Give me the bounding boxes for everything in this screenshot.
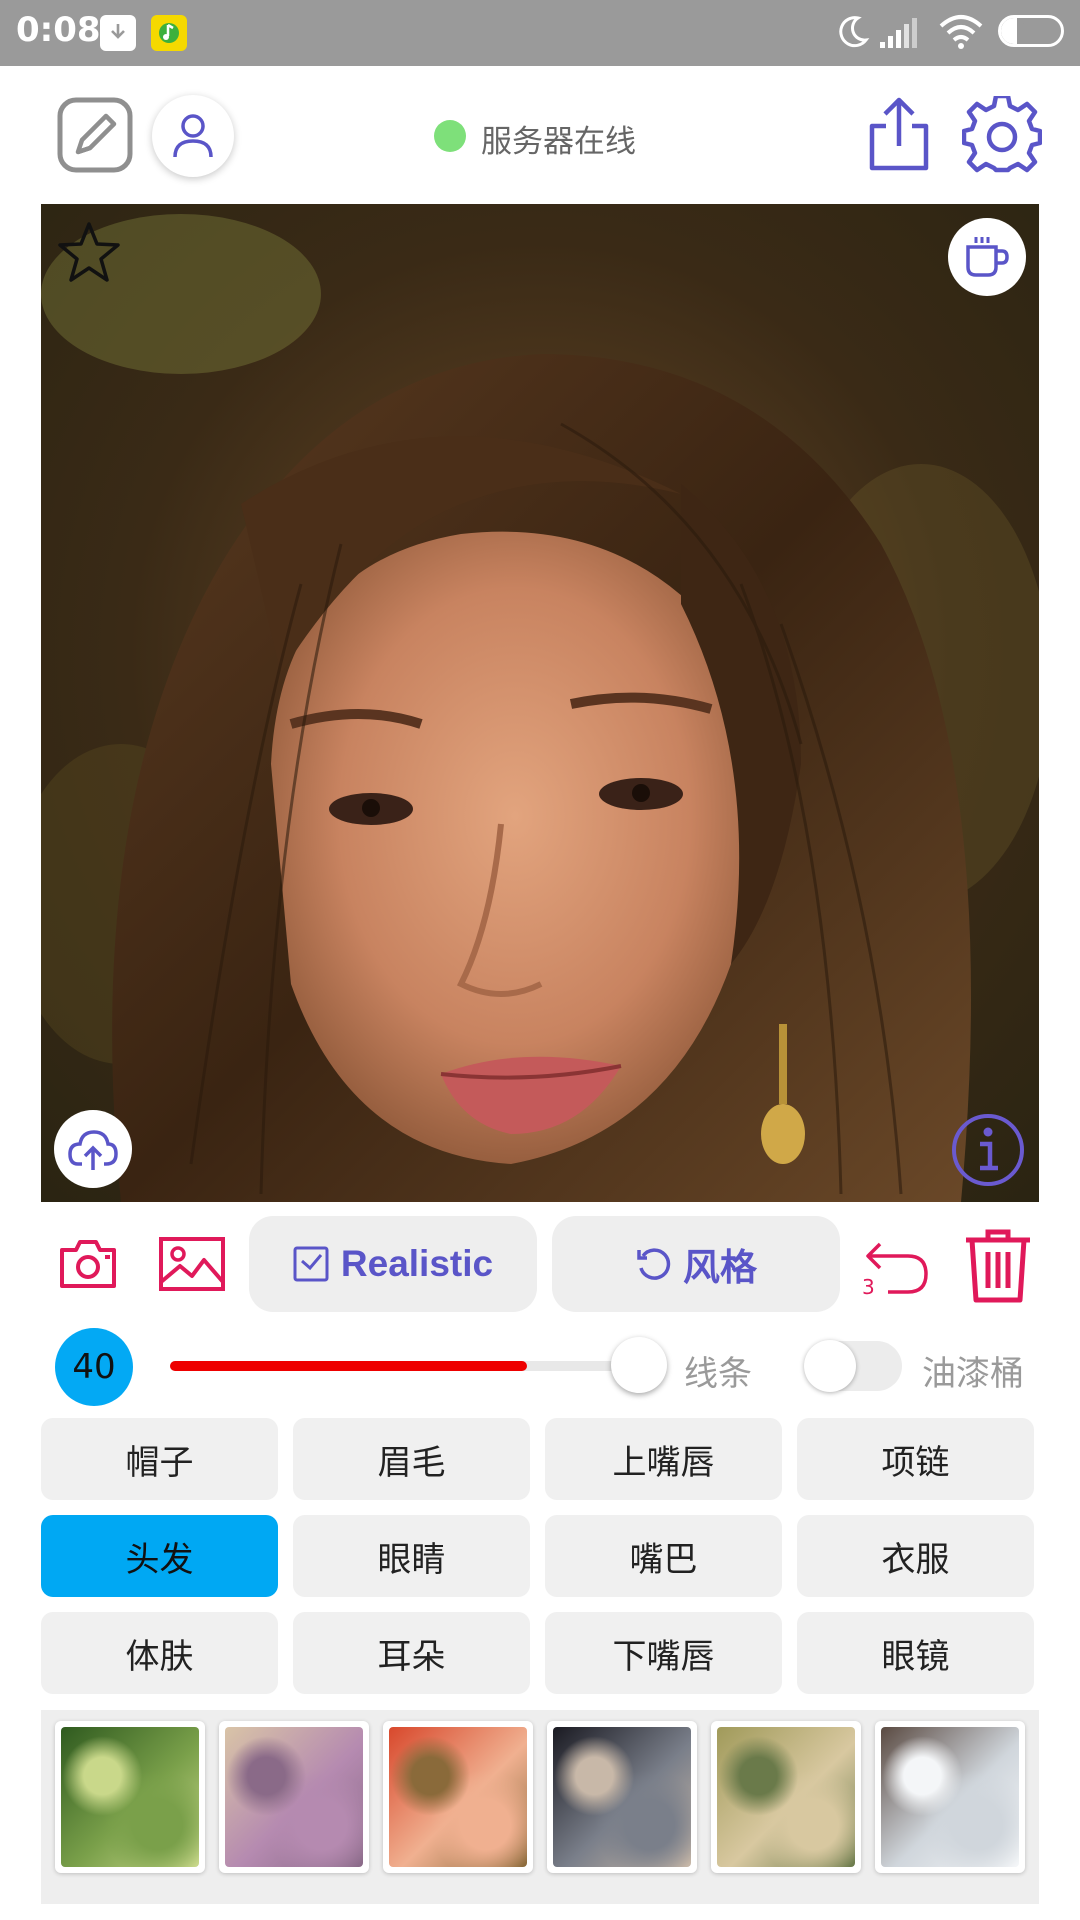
battery-level: 27 xyxy=(1015,18,1047,43)
status-bar: 0:08 27 xyxy=(0,0,1080,66)
slider-fill xyxy=(170,1361,528,1371)
edit-icon[interactable] xyxy=(56,96,134,174)
coffee-icon xyxy=(966,237,1009,277)
photo-canvas[interactable] xyxy=(41,204,1039,1202)
download-icon xyxy=(100,15,136,51)
thumbnail-image xyxy=(553,1727,691,1867)
realistic-label: Realistic xyxy=(340,1243,494,1284)
part-button[interactable]: 头发 xyxy=(41,1515,278,1597)
upload-cloud-icon xyxy=(68,1130,118,1170)
part-selector-grid: 帽子 眉毛 上嘴唇 项链头发 眼睛 嘴巴 衣服体肤 耳朵 下嘴唇 眼镜 xyxy=(41,1418,1037,1694)
server-status-dot xyxy=(434,120,466,152)
battery-icon: 27 xyxy=(998,15,1064,47)
lavender-plaster-style-thumbnail[interactable] xyxy=(219,1721,369,1873)
server-status-text: 服务器在线 xyxy=(481,124,636,160)
undo-count: 3 xyxy=(862,1275,875,1299)
music-app-icon xyxy=(151,15,187,51)
paint-bucket-toggle[interactable] xyxy=(804,1340,902,1392)
share-icon[interactable] xyxy=(866,96,932,174)
signal-icon xyxy=(880,18,917,48)
coffee-button[interactable] xyxy=(948,218,1026,296)
brush-size-slider[interactable] xyxy=(170,1361,640,1371)
paint-bucket-label: 油漆桶 xyxy=(922,1354,1024,1394)
part-button[interactable]: 嘴巴 xyxy=(545,1515,782,1597)
style-label: 风格 xyxy=(683,1246,757,1289)
user-button[interactable] xyxy=(152,95,234,177)
part-button[interactable]: 衣服 xyxy=(797,1515,1034,1597)
settings-icon[interactable] xyxy=(962,96,1042,176)
upload-button[interactable] xyxy=(54,1110,132,1188)
olive-blossom-style-thumbnail[interactable] xyxy=(711,1721,861,1873)
thumbnail-image xyxy=(881,1727,1019,1867)
part-button[interactable]: 体肤 xyxy=(41,1612,278,1694)
brush-size-indicator: 40 xyxy=(55,1328,133,1406)
camera-icon[interactable] xyxy=(58,1238,118,1290)
thumbnail-image xyxy=(389,1727,527,1867)
star-icon[interactable] xyxy=(56,220,122,284)
thumbnail-image xyxy=(61,1727,199,1867)
refresh-icon xyxy=(637,1248,671,1280)
info-icon[interactable] xyxy=(950,1112,1026,1188)
part-button[interactable]: 下嘴唇 xyxy=(545,1612,782,1694)
thumbnail-image xyxy=(717,1727,855,1867)
status-time: 0:08 xyxy=(16,10,101,50)
slider-thumb[interactable] xyxy=(611,1337,667,1393)
part-button[interactable]: 眼镜 xyxy=(797,1612,1034,1694)
part-button[interactable]: 帽子 xyxy=(41,1418,278,1500)
dark-smoke-style-thumbnail[interactable] xyxy=(547,1721,697,1873)
gallery-icon[interactable] xyxy=(158,1236,226,1292)
checkbox-icon xyxy=(293,1246,329,1282)
green-foliage-style-thumbnail[interactable] xyxy=(55,1721,205,1873)
thumbnail-image xyxy=(225,1727,363,1867)
realistic-mode-button[interactable]: Realistic xyxy=(249,1216,537,1312)
part-button[interactable]: 眼睛 xyxy=(293,1515,530,1597)
portrait-photo xyxy=(41,204,1039,1202)
style-button[interactable]: 风格 xyxy=(552,1216,840,1312)
trash-icon[interactable] xyxy=(962,1228,1034,1304)
part-button[interactable]: 眉毛 xyxy=(293,1418,530,1500)
line-mode-label: 线条 xyxy=(684,1354,752,1394)
style-thumbnail-strip xyxy=(41,1710,1039,1904)
part-button[interactable]: 上嘴唇 xyxy=(545,1418,782,1500)
white-waves-style-thumbnail[interactable] xyxy=(875,1721,1025,1873)
moon-icon xyxy=(839,16,870,48)
wifi-icon xyxy=(939,15,983,49)
part-button[interactable]: 项链 xyxy=(797,1418,1034,1500)
user-icon xyxy=(173,114,213,158)
part-button[interactable]: 耳朵 xyxy=(293,1612,530,1694)
toggle-thumb xyxy=(804,1340,856,1392)
red-flower-tree-style-thumbnail[interactable] xyxy=(383,1721,533,1873)
